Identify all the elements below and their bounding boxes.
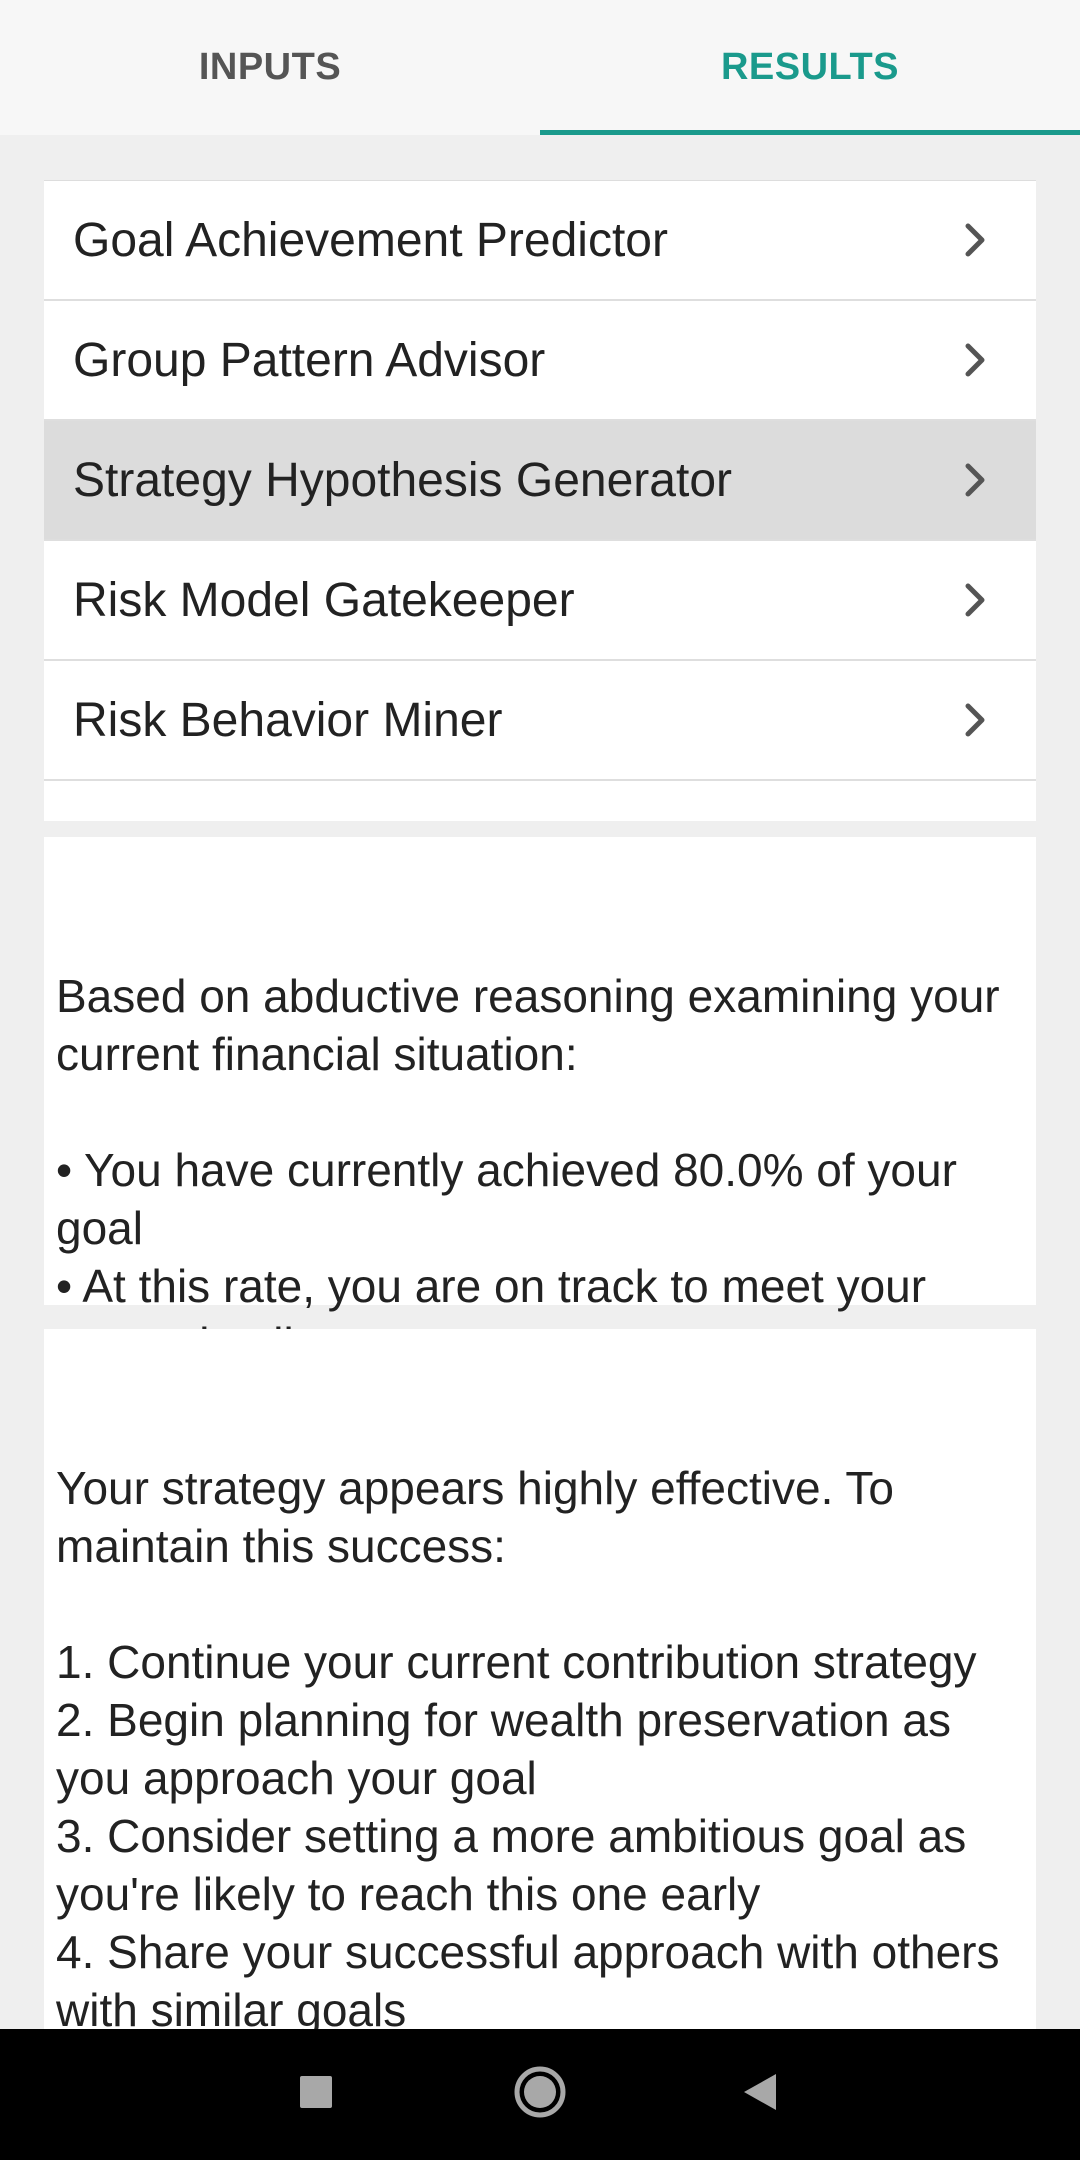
tab-inputs-label: INPUTS — [198, 46, 342, 88]
list-item-label: Group Pattern Advisor — [73, 333, 546, 387]
tab-results[interactable]: RESULTS — [540, 0, 1080, 135]
analysis-result-text: Based on abductive reasoning examining y… — [56, 970, 1000, 1370]
system-nav-bar — [0, 2029, 1080, 2160]
back-triangle-icon — [742, 2072, 778, 2117]
list-item-goal-achievement-predictor[interactable]: Goal Achievement Predictor — [44, 181, 1036, 301]
tab-bar: INPUTS RESULTS — [0, 0, 1080, 135]
chevron-right-icon — [946, 690, 1006, 750]
list-item-risk-model-gatekeeper[interactable]: Risk Model Gatekeeper — [44, 541, 1036, 661]
home-button[interactable] — [480, 2029, 600, 2160]
chevron-right-icon — [946, 570, 1006, 630]
home-circle-icon — [513, 2065, 567, 2124]
chevron-right-icon — [946, 450, 1006, 510]
analysis-result-card: Based on abductive reasoning examining y… — [44, 837, 1036, 1370]
tab-inputs[interactable]: INPUTS — [0, 0, 540, 135]
tab-results-label: RESULTS — [720, 46, 900, 88]
list-item-group-pattern-advisor[interactable]: Group Pattern Advisor — [44, 301, 1036, 421]
chevron-right-icon — [946, 210, 1006, 270]
list-item-strategy-hypothesis-generator[interactable]: Strategy Hypothesis Generator — [44, 421, 1036, 541]
list-item-risk-behavior-miner[interactable]: Risk Behavior Miner — [44, 661, 1036, 781]
list-item-label: Risk Model Gatekeeper — [73, 573, 575, 627]
active-tab-indicator — [540, 130, 1080, 135]
chevron-right-icon — [946, 330, 1006, 390]
recents-square-icon — [299, 2075, 333, 2114]
recents-button[interactable] — [256, 2029, 376, 2160]
model-list: Goal Achievement Predictor Group Pattern… — [44, 180, 1036, 821]
strategy-result-text: Your strategy appears highly effective. … — [56, 1462, 1000, 2029]
list-item-label: Strategy Hypothesis Generator — [73, 453, 732, 507]
back-button[interactable] — [700, 2029, 820, 2160]
strategy-result-card: Your strategy appears highly effective. … — [44, 1329, 1036, 2029]
list-item-label: Goal Achievement Predictor — [73, 213, 668, 267]
list-item-label: Risk Behavior Miner — [73, 693, 503, 747]
